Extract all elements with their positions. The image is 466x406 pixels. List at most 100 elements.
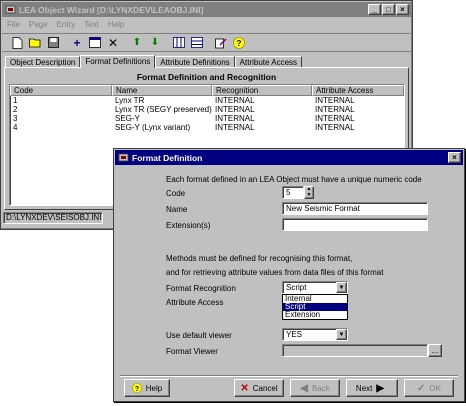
- menu-file[interactable]: File: [7, 20, 20, 29]
- svg-text:?: ?: [237, 39, 242, 48]
- cell-code: 1: [13, 96, 18, 105]
- dialog-app-icon: [118, 153, 129, 162]
- menu-entry[interactable]: Entry: [57, 20, 76, 29]
- next-button-label: Next: [355, 383, 373, 393]
- move-down-icon[interactable]: ⬇: [148, 36, 162, 50]
- format-viewer-label: Format Viewer: [166, 347, 218, 356]
- delete-icon[interactable]: ✕: [106, 36, 120, 50]
- cell-recognition: INTERNAL: [215, 105, 255, 114]
- dialog-titlebar[interactable]: Format Definition ×: [115, 150, 463, 165]
- back-button[interactable]: ◀ Back: [290, 379, 340, 397]
- add-icon[interactable]: +: [70, 36, 84, 50]
- tab-format-definitions[interactable]: Format Definitions: [80, 55, 156, 68]
- dropdown-option-extension[interactable]: Extension: [283, 311, 347, 319]
- attribute-access-label: Attribute Access: [166, 298, 224, 307]
- status-bar: D:\LYNXDEV\SEISOBJ.INI: [3, 212, 103, 224]
- extensions-field[interactable]: [282, 218, 428, 231]
- ok-button-label: OK: [429, 383, 441, 393]
- table-header: Code Name Recognition Attribute Access: [10, 85, 404, 96]
- format-viewer-field[interactable]: [282, 344, 428, 357]
- check-icon: ✓: [417, 382, 426, 394]
- cancel-button[interactable]: ✕ Cancel: [234, 379, 284, 397]
- code-field[interactable]: 5: [282, 186, 304, 199]
- table-row[interactable]: 2 Lynx TR (SEGY preserved) INTERNAL INTE…: [10, 105, 404, 114]
- cell-attribute-access: INTERNAL: [315, 105, 355, 114]
- chevron-down-icon[interactable]: ▼: [336, 329, 347, 340]
- cell-name: Lynx TR: [115, 96, 145, 105]
- default-viewer-value: YES: [286, 330, 303, 339]
- save-icon[interactable]: [46, 36, 60, 50]
- column-header-code[interactable]: Code: [10, 85, 112, 96]
- cell-name: SEG-Y (Lynx variant): [115, 123, 191, 132]
- cell-code: 4: [13, 123, 18, 132]
- recognition-value: Script: [286, 283, 307, 292]
- code-spinner[interactable]: ▲ ▼: [304, 186, 314, 199]
- cell-attribute-access: INTERNAL: [315, 114, 355, 123]
- help-icon[interactable]: ?: [232, 36, 246, 50]
- menu-page[interactable]: Page: [29, 20, 48, 29]
- recognition-label: Format Recognition: [166, 284, 236, 293]
- name-field[interactable]: New Seismic Format: [282, 202, 428, 215]
- cell-recognition: INTERNAL: [215, 123, 255, 132]
- close-button[interactable]: ×: [396, 4, 409, 15]
- move-up-icon[interactable]: ⬆: [130, 36, 144, 50]
- menu-help[interactable]: Help: [108, 20, 124, 29]
- svg-text:?: ?: [135, 386, 139, 393]
- main-window-title: LEA Object Wizard [D:\LYNXDEV\LEAOBJ.INI…: [19, 4, 204, 15]
- cell-attribute-access: INTERNAL: [315, 96, 355, 105]
- menu-text[interactable]: Text: [84, 20, 99, 29]
- open-icon[interactable]: [28, 36, 42, 50]
- cell-code: 2: [13, 105, 18, 114]
- recognition-dropdown-list: Internal Script Extension: [282, 294, 348, 320]
- back-arrow-icon: ◀: [300, 382, 308, 394]
- new-icon[interactable]: [10, 36, 24, 50]
- name-label: Name: [166, 205, 188, 214]
- default-viewer-combo[interactable]: YES ▼: [282, 328, 348, 341]
- next-arrow-icon: ▶: [376, 382, 385, 394]
- dialog-body: Each format defined in an LEA Object mus…: [124, 169, 456, 373]
- panel-title: Format Definition and Recognition: [136, 71, 277, 82]
- cell-name: SEG-Y: [115, 114, 140, 123]
- ok-button[interactable]: ✓ OK: [404, 379, 454, 397]
- minimize-button[interactable]: _: [368, 4, 381, 15]
- help-button[interactable]: ? Help: [124, 379, 170, 397]
- cell-code: 3: [13, 114, 18, 123]
- help-button-label: Help: [145, 383, 163, 393]
- maximize-button[interactable]: □: [382, 4, 395, 15]
- menu-bar: File Page Entry Text Help: [2, 18, 411, 31]
- dialog-separator: [120, 375, 458, 377]
- cell-recognition: INTERNAL: [215, 114, 255, 123]
- recognition-combo[interactable]: Script ▼: [282, 281, 348, 294]
- dialog-title: Format Definition: [132, 152, 203, 163]
- intro-text: Each format defined in an LEA Object mus…: [166, 175, 422, 184]
- format-definition-dialog: Format Definition × Each format defined …: [113, 148, 465, 402]
- default-viewer-label: Use default viewer: [166, 331, 232, 340]
- back-button-label: Back: [311, 383, 330, 393]
- methods-text-line1: Methods must be defined for recognising …: [166, 254, 353, 263]
- properties-icon[interactable]: [88, 36, 102, 50]
- app-icon: [5, 5, 16, 14]
- edit-icon[interactable]: [214, 36, 228, 50]
- cancel-button-label: Cancel: [252, 383, 278, 393]
- table-row[interactable]: 4 SEG-Y (Lynx variant) INTERNAL INTERNAL: [10, 123, 404, 132]
- extensions-label: Extension(s): [166, 221, 211, 230]
- methods-text-line2: and for retrieving attribute values from…: [166, 268, 384, 277]
- cell-attribute-access: INTERNAL: [315, 123, 355, 132]
- dialog-close-button[interactable]: ×: [448, 152, 461, 163]
- help-icon: ?: [131, 383, 142, 393]
- code-label: Code: [166, 189, 186, 198]
- table-row[interactable]: 1 Lynx TR INTERNAL INTERNAL: [10, 96, 404, 105]
- cancel-icon: ✕: [240, 382, 249, 394]
- column-header-attribute-access[interactable]: Attribute Access: [312, 85, 404, 96]
- browse-button[interactable]: ...: [428, 344, 442, 357]
- next-button[interactable]: Next ▶: [346, 379, 398, 397]
- table-row[interactable]: 3 SEG-Y INTERNAL INTERNAL: [10, 114, 404, 123]
- rows-icon[interactable]: [190, 36, 204, 50]
- cell-name: Lynx TR (SEGY preserved): [115, 105, 212, 114]
- spin-down-icon[interactable]: ▼: [305, 193, 313, 199]
- columns-icon[interactable]: [172, 36, 186, 50]
- column-header-recognition[interactable]: Recognition: [212, 85, 312, 96]
- column-header-name[interactable]: Name: [112, 85, 212, 96]
- main-titlebar[interactable]: LEA Object Wizard [D:\LYNXDEV\LEAOBJ.INI…: [2, 2, 411, 17]
- chevron-down-icon[interactable]: ▼: [336, 282, 347, 293]
